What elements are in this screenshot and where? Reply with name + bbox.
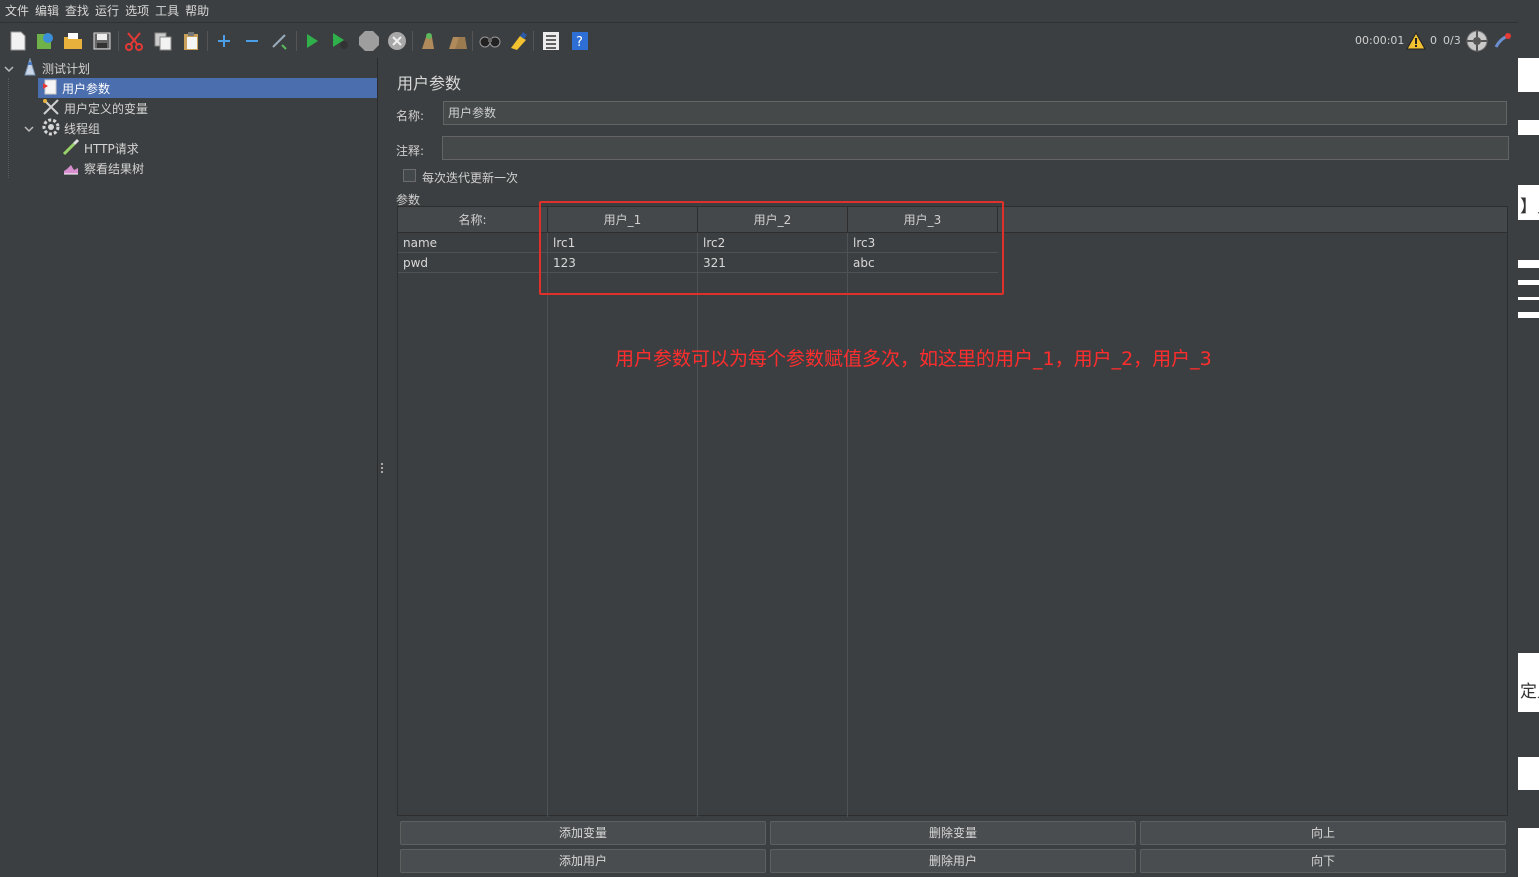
pipette-icon xyxy=(62,138,80,159)
warning-icon[interactable] xyxy=(1404,29,1428,53)
stop-icon[interactable] xyxy=(357,29,381,53)
menu-options[interactable]: 选项 xyxy=(124,0,154,22)
menu-run[interactable]: 运行 xyxy=(94,0,124,22)
params-table: 名称: 用户_1 用户_2 用户_3 name lrc1 lrc2 lrc3 p… xyxy=(397,206,1508,817)
reset-search-icon[interactable] xyxy=(506,29,530,53)
delete-user-button[interactable]: 删除用户 xyxy=(770,849,1136,873)
annotation-highlight-box xyxy=(539,201,1004,295)
add-user-button[interactable]: 添加用户 xyxy=(400,849,766,873)
chevron-down-icon[interactable] xyxy=(24,123,34,133)
background-window-edge: 】只 定义 xyxy=(1518,0,1539,877)
help-icon[interactable]: ? xyxy=(568,29,592,53)
toolbar-separator xyxy=(207,31,208,51)
start-icon[interactable] xyxy=(300,29,324,53)
clear-all-icon[interactable] xyxy=(445,29,469,53)
comment-label: 注释: xyxy=(396,144,425,158)
name-field[interactable]: 用户参数 xyxy=(443,101,1507,125)
update-per-iteration-checkbox[interactable] xyxy=(403,169,416,182)
toolbar-separator xyxy=(472,31,473,51)
new-icon[interactable] xyxy=(6,29,30,53)
open-icon[interactable] xyxy=(61,29,85,53)
menu-tools[interactable]: 工具 xyxy=(154,0,184,22)
toolbar-separator xyxy=(296,31,297,51)
expand-icon[interactable] xyxy=(212,29,236,53)
toggle-icon[interactable] xyxy=(268,29,292,53)
remote-status-icon xyxy=(1465,29,1489,53)
menu-edit[interactable]: 编辑 xyxy=(34,0,64,22)
tree-item-user-vars[interactable]: 用户定义的变量 xyxy=(42,98,262,118)
tree-item-thread-group[interactable]: 线程组 xyxy=(42,118,242,138)
svg-text:?: ? xyxy=(576,35,583,50)
toolbar-separator xyxy=(533,31,534,51)
tree-item-results-tree[interactable]: 察看结果树 xyxy=(62,158,262,178)
paste-icon[interactable] xyxy=(179,29,203,53)
start-no-pause-icon[interactable] xyxy=(328,29,352,53)
collapse-icon[interactable] xyxy=(240,29,264,53)
results-tree-icon xyxy=(62,158,80,179)
menu-file[interactable]: 文件 xyxy=(4,0,34,22)
table-cell[interactable]: pwd xyxy=(398,253,548,273)
toolbar: ? 00:00:01 0 0/3 xyxy=(0,22,1518,58)
edge-text-fragment: 】只 xyxy=(1520,197,1539,217)
update-per-iteration-label: 每次迭代更新一次 xyxy=(422,171,519,185)
split-pane-divider[interactable] xyxy=(378,58,386,877)
move-up-button[interactable]: 向上 xyxy=(1140,821,1506,845)
test-plan-icon xyxy=(22,56,38,79)
toolbar-separator xyxy=(118,31,119,51)
comment-field[interactable] xyxy=(442,136,1509,160)
tree-item-test-plan[interactable]: 测试计划 xyxy=(22,56,222,79)
menubar: 文件 编辑 查找 运行 选项 工具 帮助 xyxy=(0,0,1518,22)
user-vars-icon xyxy=(42,98,60,119)
chevron-down-icon[interactable] xyxy=(4,63,14,73)
function-helper-icon[interactable] xyxy=(539,29,563,53)
cut-icon[interactable] xyxy=(122,29,146,53)
user-params-icon xyxy=(42,78,58,99)
tree-guide-line xyxy=(8,78,9,178)
elapsed-timer: 00:00:01 xyxy=(1355,34,1405,47)
delete-variable-button[interactable]: 删除变量 xyxy=(770,821,1136,845)
toolbar-separator xyxy=(412,31,413,51)
save-icon[interactable] xyxy=(90,29,114,53)
search-icon[interactable] xyxy=(478,29,502,53)
clear-icon[interactable] xyxy=(416,29,440,53)
active-threads: 0/3 xyxy=(1443,34,1461,47)
annotation-text: 用户参数可以为每个参数赋值多次，如这里的用户_1，用户_2，用户_3 xyxy=(615,348,1212,370)
move-down-button[interactable]: 向下 xyxy=(1140,849,1506,873)
log-viewer-icon[interactable] xyxy=(1491,29,1515,53)
copy-icon[interactable] xyxy=(151,29,175,53)
table-cell[interactable]: name xyxy=(398,233,548,253)
gear-icon xyxy=(42,118,60,139)
test-plan-tree: 测试计划 用户参数 用户定义的变量 线程组 HTTP请求 察看结果树 xyxy=(0,56,378,877)
shutdown-icon[interactable] xyxy=(385,29,409,53)
user-params-panel: 用户参数 名称: 用户参数 注释: 每次迭代更新一次 参数 名称: 用户_1 用… xyxy=(386,58,1518,877)
edge-text-fragment: 定义 xyxy=(1520,682,1539,702)
column-header-name[interactable]: 名称: xyxy=(398,207,548,233)
name-label: 名称: xyxy=(396,109,425,123)
tree-item-http-request[interactable]: HTTP请求 xyxy=(62,138,262,158)
page-title: 用户参数 xyxy=(397,74,462,93)
warning-count: 0 xyxy=(1430,34,1437,47)
add-variable-button[interactable]: 添加变量 xyxy=(400,821,766,845)
tree-item-user-params[interactable]: 用户参数 xyxy=(38,78,377,98)
menu-help[interactable]: 帮助 xyxy=(184,0,214,22)
templates-icon[interactable] xyxy=(33,29,57,53)
menu-search[interactable]: 查找 xyxy=(64,0,94,22)
